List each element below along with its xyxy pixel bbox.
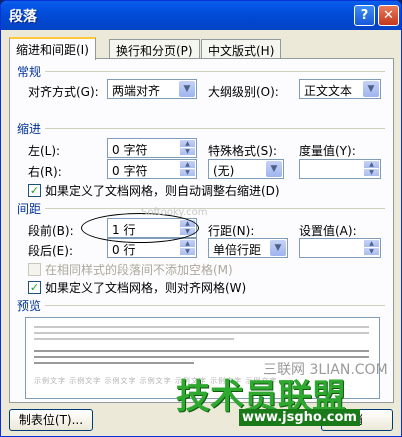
preview-section-label: 预览 [17, 299, 42, 313]
tab-line-page-breaks[interactable]: 换行和分页(P) [109, 39, 200, 59]
special-indent-value: (无) [213, 164, 235, 178]
special-indent-select[interactable]: (无) ▼ [208, 159, 284, 179]
preview-line [34, 356, 369, 358]
chevron-down-icon[interactable]: ▼ [266, 161, 282, 177]
space-before-label: 段前(B): [28, 224, 74, 238]
spacing-section-label: 间距 [17, 202, 42, 216]
checkbox-empty-icon[interactable] [28, 263, 41, 276]
indent-right-spinner[interactable]: 0 字符 ▲ ▼ [107, 159, 197, 179]
chevron-down-icon[interactable]: ▼ [179, 81, 195, 97]
general-divider [45, 71, 385, 72]
indent-right-label: 右(R): [28, 165, 62, 179]
auto-adjust-label: 如果定义了文档网格，则自动调整右缩进(D) [45, 184, 280, 198]
snap-to-grid-checkbox[interactable]: ✓ 如果定义了文档网格，则对齐网格(W) [28, 279, 246, 296]
indent-right-value: 0 字符 [112, 164, 148, 178]
spin-up-icon[interactable]: ▲ [180, 161, 195, 169]
indent-section-label: 缩进 [17, 122, 42, 136]
outline-level-label: 大纲级别(O): [208, 85, 279, 99]
auto-adjust-right-indent-checkbox[interactable]: ✓ 如果定义了文档网格，则自动调整右缩进(D) [28, 182, 280, 199]
tab-indents-spacing[interactable]: 缩进和间距(I) [9, 37, 96, 60]
preview-line [34, 332, 369, 334]
alignment-label: 对齐方式(G): [28, 85, 99, 99]
tab-asian-typography[interactable]: 中文版式(H) [201, 39, 282, 59]
spin-down-icon[interactable]: ▼ [180, 169, 195, 177]
spin-down-icon[interactable]: ▼ [180, 148, 195, 156]
preview-line [34, 362, 194, 364]
spacing-divider [45, 208, 385, 209]
alignment-value: 两端对齐 [112, 84, 161, 98]
indent-by-label: 度量值(Y): [299, 144, 356, 158]
close-button[interactable]: ✕ [378, 5, 399, 26]
chevron-down-icon[interactable]: ▼ [363, 81, 379, 97]
help-button[interactable]: ? [354, 5, 375, 26]
no-space-same-style-checkbox[interactable]: 在相同样式的段落间不添加空格(M) [28, 261, 233, 278]
watermark-url: www.jsgho.com [239, 409, 360, 426]
paragraph-dialog: 段落 ? ✕ 缩进和间距(I) 换行和分页(P) 中文版式(H) 常规 对齐方式… [0, 0, 402, 437]
general-section-label: 常规 [17, 65, 42, 79]
line-spacing-select[interactable]: 单倍行距 ▼ [208, 238, 288, 258]
indent-left-label: 左(L): [28, 144, 61, 158]
indent-divider [45, 128, 385, 129]
title-bar: 段落 ? ✕ [1, 1, 401, 30]
checkmark-icon[interactable]: ✓ [28, 184, 41, 197]
preview-line [34, 350, 369, 352]
spin-up-icon[interactable]: ▲ [364, 240, 379, 248]
watermark-site: Softooky.com [141, 207, 208, 218]
preview-divider [45, 305, 385, 306]
line-spacing-value: 单倍行距 [213, 243, 262, 257]
tabs-button[interactable]: 制表位(T)... [9, 409, 93, 431]
no-space-same-style-label: 在相同样式的段落间不添加空格(M) [45, 263, 233, 277]
indent-left-spinner[interactable]: 0 字符 ▲ ▼ [107, 138, 197, 158]
spacing-at-label: 设置值(A): [299, 224, 357, 238]
checkmark-icon[interactable]: ✓ [28, 281, 41, 294]
spin-down-icon[interactable]: ▼ [364, 169, 379, 177]
special-indent-label: 特殊格式(S): [208, 144, 278, 158]
spin-up-icon[interactable]: ▲ [180, 140, 195, 148]
preview-line [34, 326, 369, 328]
spin-up-icon[interactable]: ▲ [364, 161, 379, 169]
spin-down-icon[interactable]: ▼ [364, 248, 379, 256]
indent-by-spinner[interactable]: ▲ ▼ [299, 159, 381, 179]
preview-line [34, 338, 234, 340]
chevron-down-icon[interactable]: ▼ [270, 240, 286, 256]
indents-spacing-panel: 常规 对齐方式(G): 两端对齐 ▼ 大纲级别(O): 正文文本 ▼ 缩进 左(… [9, 58, 394, 403]
spin-down-icon[interactable]: ▼ [180, 248, 195, 256]
outline-level-value: 正文文本 [304, 84, 353, 98]
alignment-select[interactable]: 两端对齐 ▼ [107, 79, 197, 99]
snap-to-grid-label: 如果定义了文档网格，则对齐网格(W) [45, 281, 247, 295]
line-spacing-label: 行距(N): [208, 224, 255, 238]
space-after-label: 段后(E): [28, 244, 73, 258]
spin-up-icon[interactable]: ▲ [180, 240, 195, 248]
indent-left-value: 0 字符 [112, 143, 148, 157]
outline-level-select[interactable]: 正文文本 ▼ [299, 79, 381, 99]
space-after-value: 0 行 [112, 243, 136, 257]
dialog-title: 段落 [9, 9, 37, 25]
spacing-at-spinner[interactable]: ▲ ▼ [299, 238, 381, 258]
